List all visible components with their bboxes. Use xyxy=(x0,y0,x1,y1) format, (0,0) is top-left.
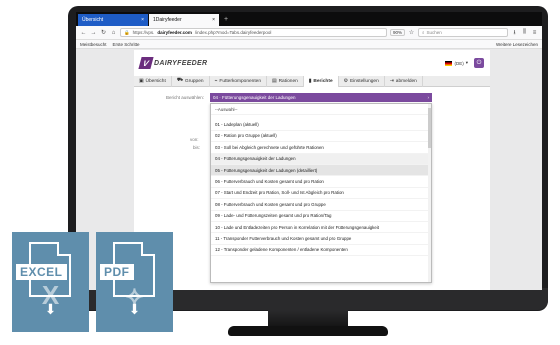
bookmarks-bar: Meistbesucht Erste Schritte Weitere Lese… xyxy=(76,40,542,49)
report-select[interactable]: 04 · Fütterungsgenauigkeit der Ladungen … xyxy=(210,93,432,102)
home-icon[interactable]: ⌂ xyxy=(110,30,117,36)
nav-overview[interactable]: ▣ Übersicht xyxy=(134,75,172,87)
url-domain: dairyfeeder.com xyxy=(157,30,192,35)
tab-label: 1Dairyfeeder xyxy=(153,17,182,23)
bookmark-other[interactable]: Weitere Lesezeichen xyxy=(496,42,538,47)
chevron-right-icon: › xyxy=(427,95,430,100)
power-button[interactable]: ⏻ xyxy=(474,58,484,68)
browser-navbar: ← → ↻ ⌂ 🔒 https://vps. dairyfeeder.com/in… xyxy=(76,26,542,40)
excel-badge: EXCEL xyxy=(16,264,67,280)
logo-text: DAIRYFEEDER xyxy=(154,59,208,67)
bookmark-first-steps[interactable]: Erste Schritte xyxy=(113,42,140,47)
library-icon[interactable]: ⫼ xyxy=(521,29,528,36)
star-icon[interactable]: ☆ xyxy=(408,29,415,36)
close-icon[interactable]: × xyxy=(212,17,215,23)
nav-label: Berichte xyxy=(313,78,333,84)
plant-icon: ⌁ xyxy=(214,78,218,84)
zoom-level[interactable]: 90% xyxy=(389,29,405,36)
nav-settings[interactable]: ⚙ Einstellungen xyxy=(339,75,385,87)
report-dropdown-menu: --Auswahl-- 01 - Ladeplan (aktuell) 02 -… xyxy=(210,103,432,283)
excel-export-tile[interactable]: EXCEL X ⬇ xyxy=(12,232,89,332)
download-icon: X ⬇ xyxy=(12,282,89,316)
tab-label: Übersicht xyxy=(82,17,104,23)
download-icon: ⟡ ⬇ xyxy=(96,282,173,316)
nav-label: abmelden xyxy=(395,78,417,84)
excel-x-icon: X xyxy=(41,280,60,310)
truck-icon: ⛟ xyxy=(176,78,183,83)
address-bar[interactable]: 🔒 https://vps. dairyfeeder.com/index.php?… xyxy=(120,28,387,37)
dropdown-option[interactable]: 08 - Futterverbrauch und Kosten gesamt u… xyxy=(211,199,431,211)
nav-rations[interactable]: ▤ Rationen xyxy=(267,75,304,87)
forward-icon[interactable]: → xyxy=(90,30,97,36)
language-label: (DE) xyxy=(454,60,464,66)
report-select-label: Bericht auswählen: xyxy=(165,95,204,100)
dropdown-option[interactable]: 03 - Soll bei Abgleich gerechnete und ge… xyxy=(211,142,431,154)
nav-feed-components[interactable]: ⌁ Futterkomponenten xyxy=(210,75,268,87)
nav-label: Gruppen xyxy=(184,78,204,84)
download-icon[interactable]: ⭳ xyxy=(511,28,518,38)
logout-icon: ⇥ xyxy=(389,78,394,84)
list-icon: ▤ xyxy=(272,78,277,84)
url-path: /index.php?mod=Tabs.dairyfeederpool xyxy=(194,30,272,35)
pdf-export-tile[interactable]: PDF ⟡ ⬇ xyxy=(96,232,173,332)
dropdown-option[interactable]: 11 - Transponder Futterverbrauch und Kos… xyxy=(211,233,431,245)
url-prefix: https://vps. xyxy=(132,30,155,35)
bookmark-most-visited[interactable]: Meistbesucht xyxy=(80,42,107,47)
dropdown-option[interactable]: --Auswahl-- xyxy=(211,104,431,116)
monitor-foot xyxy=(228,326,388,336)
dropdown-option[interactable]: 01 - Ladeplan (aktuell) xyxy=(211,119,431,131)
lock-icon: 🔒 xyxy=(124,29,130,35)
dropdown-option[interactable]: 06 - Futterverbrauch und Kosten gesamt u… xyxy=(211,176,431,188)
document-icon: ▮ xyxy=(308,78,312,84)
chevron-down-icon: ▾ xyxy=(465,60,468,65)
pdf-badge: PDF xyxy=(100,264,134,280)
stage: Übersicht × 1Dairyfeeder × + ← → ↻ ⌂ 🔒 h… xyxy=(0,0,560,345)
dropdown-option[interactable]: 04 - Fütterungsgenauigkeit der Ladungen xyxy=(211,153,431,165)
app-nav: ▣ Übersicht ⛟ Gruppen ⌁ Futterkomponente… xyxy=(134,75,490,87)
nav-label: Übersicht xyxy=(145,78,166,84)
dairyfeeder-app: V DAIRYFEEDER (DE) ▾ ⏻ ▣ Übersicht ⛟ Gru… xyxy=(134,50,490,290)
dropdown-option[interactable]: 05 - Fütterungsgenauigkeit der Ladungen … xyxy=(211,164,431,177)
dashboard-icon: ▣ xyxy=(139,78,144,84)
close-icon[interactable]: × xyxy=(141,17,144,23)
dropdown-option[interactable]: 02 - Ration pro Gruppe (aktuell) xyxy=(211,131,431,143)
nav-logout[interactable]: ⇥ abmelden xyxy=(385,75,423,87)
dropdown-option[interactable]: 09 - Lade- und Fütterungszeiten gesamt u… xyxy=(211,211,431,222)
nav-label: Futterkomponenten xyxy=(219,78,262,84)
dropdown-option[interactable]: 12 - Transponder geladene Komponenten / … xyxy=(211,245,431,257)
report-area: Bericht auswählen: 04 · Fütterungsgenaui… xyxy=(134,87,490,283)
browser-tab-overview[interactable]: Übersicht × xyxy=(78,14,148,26)
app-header: V DAIRYFEEDER (DE) ▾ ⏻ xyxy=(134,50,490,76)
back-icon[interactable]: ← xyxy=(80,30,87,36)
dropdown-option[interactable]: 07 - Start und Endzeit pro Ration, Soll-… xyxy=(211,188,431,200)
nav-reports[interactable]: ▮ Berichte xyxy=(303,75,339,87)
new-tab-button[interactable]: + xyxy=(220,14,232,26)
dropdown-scrollbar[interactable] xyxy=(428,104,431,282)
dropdown-option[interactable]: 10 - Lade und Entladezeiten pro Person i… xyxy=(211,222,431,234)
menu-icon[interactable]: ≡ xyxy=(531,30,538,36)
logo-mark: V xyxy=(138,57,154,69)
report-select-row: Bericht auswählen: 04 · Fütterungsgenaui… xyxy=(140,93,484,102)
search-icon: ⌕ xyxy=(422,30,425,35)
german-flag-icon xyxy=(445,60,453,66)
reload-icon[interactable]: ↻ xyxy=(100,29,107,36)
search-placeholder: Suchen xyxy=(426,30,442,35)
pdf-acrobat-icon: ⟡ xyxy=(125,280,144,310)
from-label: von: xyxy=(190,137,199,142)
browser-tabbar: Übersicht × 1Dairyfeeder × + xyxy=(76,12,542,26)
nav-groups[interactable]: ⛟ Gruppen xyxy=(172,75,210,87)
language-select[interactable]: (DE) ▾ xyxy=(445,60,468,66)
search-input[interactable]: ⌕ Suchen xyxy=(418,28,508,37)
browser-tab-dairyfeeder[interactable]: 1Dairyfeeder × xyxy=(149,14,219,26)
gear-icon: ⚙ xyxy=(343,78,348,84)
report-select-value: 04 · Fütterungsgenauigkeit der Ladungen xyxy=(213,95,296,100)
dairyfeeder-logo[interactable]: V DAIRYFEEDER xyxy=(138,57,208,69)
to-label: bis: xyxy=(193,145,201,150)
nav-label: Einstellungen xyxy=(349,78,379,84)
scrollbar-thumb[interactable] xyxy=(428,108,431,148)
nav-label: Rationen xyxy=(278,78,298,84)
